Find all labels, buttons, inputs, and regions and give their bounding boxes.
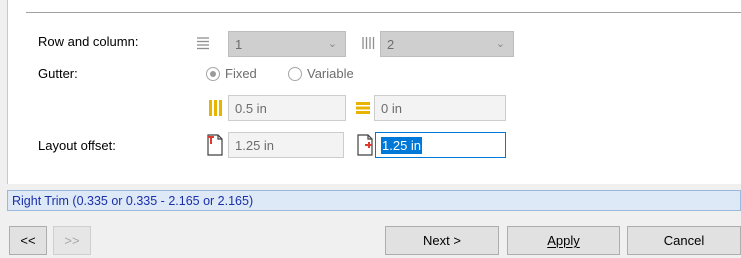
gutter-vertical-field[interactable]: 0 in [374,95,506,121]
gutter-vertical-value: 0 in [381,101,402,116]
cancel-button[interactable]: Cancel [627,226,741,255]
columns-select[interactable]: 2 ⌄ [380,31,514,57]
columns-value: 2 [387,37,395,52]
gutter-horizontal-value: 0.5 in [235,101,267,116]
row-column-label: Row and column: [38,34,139,49]
status-text: Right Trim (0.335 or 0.335 - 2.165 or 2.… [12,194,254,208]
gutter-variable-label: Variable [307,66,354,81]
horizontal-gutter-icon [355,101,371,118]
gutter-fixed-label: Fixed [225,66,257,81]
page-offset-left-icon [206,134,224,159]
offset-left-value: 1.25 in [235,138,275,153]
layout-offset-label: Layout offset: [38,138,116,153]
apply-label: Apply [547,233,580,248]
columns-lines-icon [361,36,375,53]
apply-button[interactable]: Apply [507,226,620,255]
rows-select[interactable]: 1 ⌄ [228,31,346,57]
gutter-variable-radio[interactable] [288,67,302,81]
settings-panel: Row and column: 1 ⌄ 2 ⌄ Gutter: Fixed Va… [7,0,741,184]
next-page-button[interactable]: >> [53,226,91,255]
panel-divider [26,12,741,13]
offset-right-value: 1.25 in [381,137,423,154]
vertical-gutter-icon [208,99,224,120]
gutter-horizontal-field[interactable]: 0.5 in [228,95,346,121]
rows-value: 1 [235,37,243,52]
page-offset-right-icon [356,134,374,159]
previous-button[interactable]: << [9,226,47,255]
chevron-down-icon: ⌄ [495,38,505,50]
next-button[interactable]: Next > [385,226,499,255]
gutter-label: Gutter: [38,66,78,81]
offset-left-field[interactable]: 1.25 in [228,132,344,158]
chevron-down-icon: ⌄ [327,38,337,50]
gutter-fixed-radio[interactable] [206,67,220,81]
offset-right-field[interactable]: 1.25 in [375,132,506,158]
status-bar: Right Trim (0.335 or 0.335 - 2.165 or 2.… [7,190,741,211]
rows-lines-icon [196,36,210,53]
